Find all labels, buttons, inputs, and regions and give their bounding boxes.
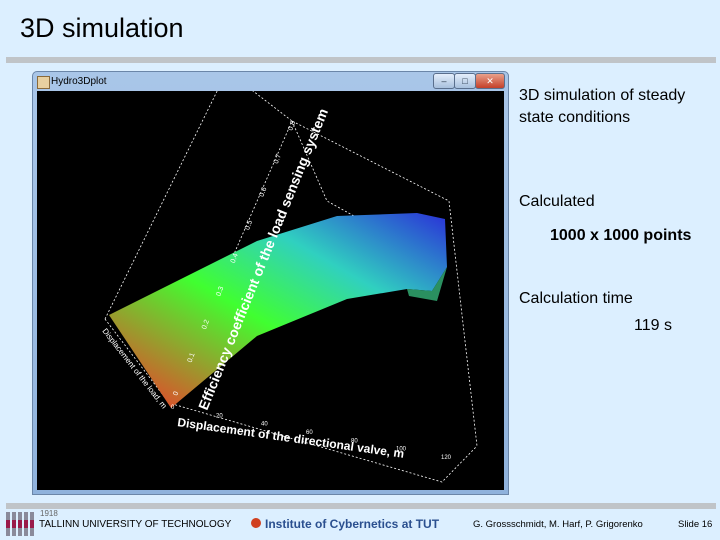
slide-number: Slide 16 (678, 519, 713, 530)
slide-title: 3D simulation (20, 13, 184, 43)
plot-canvas[interactable]: 0 0.1 0.2 0.3 0.4 0.5 0.6 0.7 0.8 0 20 40 60 80 100 12… (37, 91, 504, 490)
institute-name: Institute of Cybernetics at TUT (265, 517, 440, 531)
x-tick-label: 120 (441, 455, 452, 461)
calculated-label: Calculated (519, 193, 595, 210)
minimize-button[interactable]: – (433, 73, 455, 89)
institute-icon (251, 518, 261, 528)
z-tick-label: 0.6 (259, 186, 269, 198)
calc-time-value: 119 s (634, 317, 672, 334)
tut-logo (6, 512, 36, 536)
authors: G. Grossschmidt, M. Harf, P. Grigorenko (473, 519, 643, 530)
top-divider (6, 57, 716, 63)
z-tick-label: 0.7 (273, 153, 283, 165)
points-value: 1000 x 1000 points (550, 227, 692, 244)
calc-time-label: Calculation time (519, 290, 633, 307)
plot-window: Hydro3Dplot – □ ✕ 0 0.1 0.2 0.3 0.4 0.5 0.6 0.7 (32, 71, 509, 495)
bottom-divider (6, 503, 716, 509)
window-title: Hydro3Dplot (51, 76, 107, 87)
logo-year: 1918 (40, 509, 58, 518)
close-button[interactable]: ✕ (475, 73, 505, 89)
app-icon (37, 76, 50, 89)
x-axis-label: Displacement of the directional valve, m (177, 415, 405, 461)
description-text: 3D simulation of steady state conditions (519, 87, 686, 126)
x-tick-label: 20 (216, 413, 223, 419)
3d-surface-plot: 00.10.20.30.40.50.60.70.8 02040608010012… (100, 91, 478, 483)
x-tick-label: 0 (171, 405, 175, 411)
z-tick-label: 0.5 (244, 219, 254, 231)
university-name: TALLINN UNIVERSITY OF TECHNOLOGY (39, 519, 232, 530)
maximize-button[interactable]: □ (454, 73, 476, 89)
